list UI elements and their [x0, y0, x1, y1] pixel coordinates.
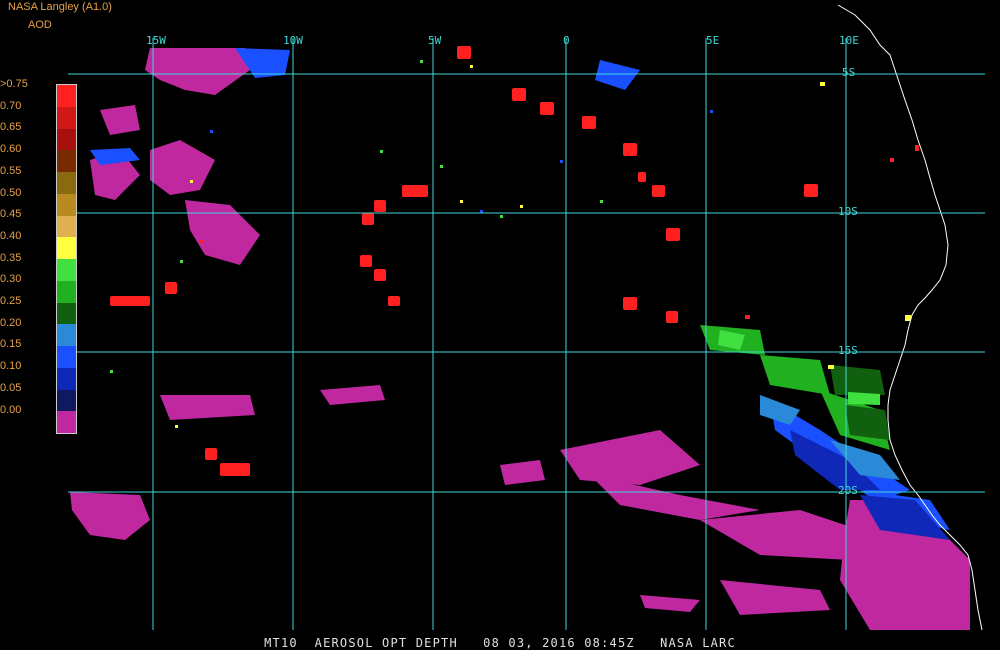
colorbar-label: 0.05 — [0, 381, 22, 394]
colorbar-label: 0.20 — [0, 316, 22, 329]
colorbar-segment — [57, 150, 76, 172]
colorbar-segment — [57, 237, 76, 259]
colorbar-label: 0.15 — [0, 338, 22, 351]
lat-label-10s: 10S — [838, 205, 858, 218]
colorbar-label: 0.45 — [0, 208, 22, 221]
lat-label-15s: 15S — [838, 344, 858, 357]
image-title: MT10 AEROSOL OPT DEPTH 08 03, 2016 08:45… — [264, 636, 736, 650]
aod-colorbar — [56, 84, 77, 434]
lon-label-5e: 5E — [706, 34, 720, 47]
colorbar-label: 0.70 — [0, 99, 22, 112]
colorbar-label: 0.60 — [0, 143, 22, 156]
aod-map — [0, 0, 1000, 650]
lon-label-0: 0 — [563, 34, 570, 47]
credit-label: NASA Langley (A1.0) — [8, 1, 112, 13]
colorbar-segment — [57, 193, 76, 216]
colorbar-segment — [57, 411, 76, 433]
lon-label-5w: 5W — [428, 34, 442, 47]
lat-label-20s: 20S — [838, 484, 858, 497]
colorbar-label: >0.75 — [0, 78, 28, 90]
colorbar-label: 0.30 — [0, 273, 22, 286]
colorbar-segment — [57, 85, 76, 107]
colorbar-segment — [57, 128, 76, 151]
colorbar-segment — [57, 172, 76, 194]
colorbar-label: 0.25 — [0, 295, 22, 307]
colorbar-title: AOD — [28, 19, 52, 31]
colorbar-segment — [57, 106, 76, 129]
colorbar-label: 0.00 — [0, 403, 22, 416]
colorbar-label: 0.10 — [0, 360, 22, 373]
colorbar-segment — [57, 302, 76, 325]
lon-label-10e: 10E — [839, 34, 859, 47]
colorbar-label: 0.65 — [0, 121, 22, 134]
colorbar-label: 0.50 — [0, 186, 22, 199]
colorbar-segment — [57, 259, 76, 281]
colorbar-segment — [57, 346, 76, 368]
colorbar-label: 0.55 — [0, 164, 22, 177]
lon-label-10w: 10W — [283, 34, 303, 47]
lon-label-15w: 15W — [146, 34, 166, 47]
colorbar-segment — [57, 215, 76, 238]
colorbar-label: 0.35 — [0, 251, 22, 264]
colorbar-segment — [57, 367, 76, 390]
colorbar-segment — [57, 324, 76, 346]
colorbar-segment — [57, 389, 76, 412]
colorbar-label: 0.40 — [0, 229, 22, 242]
lat-label-5s: 5S — [842, 66, 856, 79]
colorbar-segment — [57, 280, 76, 303]
